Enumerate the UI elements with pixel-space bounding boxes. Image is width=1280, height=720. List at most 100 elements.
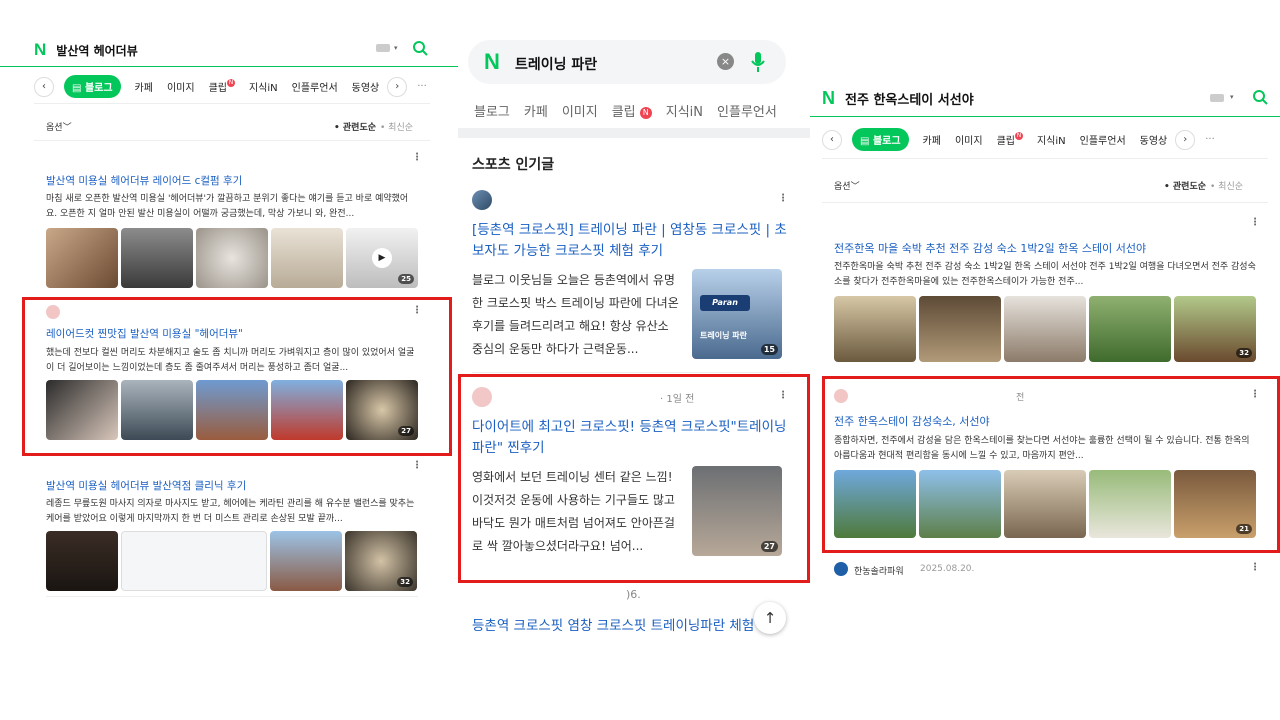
- search-icon[interactable]: [412, 40, 428, 56]
- thumbnail[interactable]: [121, 228, 193, 288]
- video-thumbnail[interactable]: ▶ 25: [346, 228, 418, 288]
- result-item[interactable]: 전주 한옥스테이 감성숙소, 서선야 종합하자면, 전주에서 감성을 담은 한옥…: [834, 413, 1258, 538]
- thumbnail-strip[interactable]: 32: [834, 296, 1258, 362]
- thumbnail[interactable]: 21: [1174, 470, 1256, 538]
- more-options-icon[interactable]: ⋮: [778, 193, 788, 204]
- tab-influencer[interactable]: 인플루언서: [717, 101, 777, 120]
- tab-video[interactable]: 동영상: [352, 79, 380, 94]
- more-options-icon[interactable]: ⋮: [412, 460, 422, 471]
- result-title[interactable]: 전주 한옥스테이 감성숙소, 서선야: [834, 413, 1258, 429]
- tab-blog[interactable]: 블로그: [474, 101, 510, 120]
- tab-image[interactable]: 이미지: [167, 79, 195, 94]
- thumbnail-strip[interactable]: ▶ 25: [46, 228, 418, 288]
- tab-influencer[interactable]: 인플루언서: [292, 79, 338, 94]
- thumbnail[interactable]: [1089, 470, 1171, 538]
- result-title[interactable]: 발산역 미용실 헤어더뷰 레이어드 c컬펌 후기: [46, 173, 418, 188]
- keyboard-icon[interactable]: [1210, 94, 1224, 102]
- post-title[interactable]: [등촌역 크로스핏] 트레이닝 파란 | 염창동 크로스핏 | 초보자도 가능한…: [472, 220, 790, 262]
- sort-relevance[interactable]: • 관련도순: [1164, 179, 1206, 192]
- search-query[interactable]: 트레이닝 파란: [515, 54, 597, 74]
- thumbnail[interactable]: [121, 531, 267, 591]
- tab-cafe[interactable]: 카페: [923, 132, 941, 147]
- author-name[interactable]: 한농솔라파워: [854, 564, 904, 577]
- thumbnail[interactable]: [196, 228, 268, 288]
- tab-cafe[interactable]: 카페: [135, 79, 153, 94]
- more-options-icon[interactable]: ⋮: [412, 305, 422, 316]
- thumbnail[interactable]: [1004, 296, 1086, 362]
- keyboard-icon[interactable]: [376, 44, 390, 52]
- thumbnail-strip[interactable]: 21: [834, 470, 1258, 538]
- tab-prev-button[interactable]: ‹: [822, 129, 842, 150]
- tab-kin[interactable]: 지식iN: [1037, 132, 1066, 147]
- thumbnail[interactable]: [46, 228, 118, 288]
- thumbnail[interactable]: 32: [345, 531, 417, 591]
- result-title[interactable]: 레이어드컷 찐맛집 발산역 미용실 "헤어더뷰": [46, 326, 418, 341]
- tab-image[interactable]: 이미지: [955, 132, 983, 147]
- tab-clip[interactable]: 클립 N: [612, 101, 652, 120]
- tab-blog[interactable]: ▤ 블로그: [64, 75, 121, 98]
- tab-prev-button[interactable]: ‹: [34, 76, 54, 97]
- thumbnail[interactable]: [196, 380, 268, 440]
- chevron-down-icon[interactable]: ▾: [1230, 93, 1234, 101]
- search-icon[interactable]: [1252, 89, 1268, 105]
- thumbnail[interactable]: [919, 470, 1001, 538]
- thumbnail[interactable]: [834, 296, 916, 362]
- thumbnail[interactable]: [919, 296, 1001, 362]
- thumbnail[interactable]: 27: [346, 380, 418, 440]
- search-query[interactable]: 전주 한옥스테이 서선야: [845, 89, 974, 108]
- sort-relevance[interactable]: • 관련도순: [334, 120, 376, 133]
- result-item[interactable]: 발산역 미용실 헤어더뷰 발산역점 클리닉 후기 레종드 무릎도원 마사지 의자…: [46, 478, 418, 591]
- tab-video[interactable]: 동영상: [1140, 132, 1168, 147]
- more-options-icon[interactable]: ⋮: [1250, 562, 1260, 573]
- search-query[interactable]: 발산역 헤어더뷰: [56, 42, 137, 59]
- tab-next-button[interactable]: ›: [387, 76, 408, 97]
- tab-clip[interactable]: 클립N: [997, 132, 1023, 147]
- more-icon[interactable]: ···: [1205, 134, 1215, 145]
- sort-latest[interactable]: • 최신순: [380, 120, 413, 133]
- search-bar[interactable]: N 전주 한옥스테이 서선야: [822, 88, 974, 109]
- thumbnail-strip[interactable]: 32: [46, 531, 418, 591]
- post-title[interactable]: 등촌역 크로스핏 염창 크로스핏 트레이닝파란 체험: [472, 614, 790, 634]
- more-icon[interactable]: ···: [417, 81, 427, 92]
- result-item[interactable]: 전주한옥 마을 숙박 추천 전주 감성 숙소 1박2일 한옥 스테이 서선야 전…: [834, 240, 1258, 362]
- more-options-icon[interactable]: ⋮: [1250, 217, 1260, 228]
- thumbnail[interactable]: 32: [1174, 296, 1256, 362]
- tab-cafe[interactable]: 카페: [524, 101, 548, 120]
- result-desc: 했는데 전보다 컬씬 머리도 차분해지고 술도 좀 치니까 머리도 가벼워지고 …: [46, 348, 415, 373]
- thumbnail[interactable]: 27: [692, 466, 782, 556]
- thumbnail[interactable]: [834, 470, 916, 538]
- search-bar[interactable]: N 발산역 헤어더뷰: [34, 40, 138, 60]
- sort-options-toggle[interactable]: 옵션 ﹀: [834, 179, 860, 192]
- thumbnail[interactable]: [1089, 296, 1171, 362]
- chevron-down-icon[interactable]: ▾: [394, 44, 398, 52]
- thumbnail[interactable]: [271, 228, 343, 288]
- thumbnail[interactable]: [271, 380, 343, 440]
- post-title[interactable]: 다이어트에 최고인 크로스핏! 등촌역 크로스핏"트레이닝파란" 찐후기: [472, 417, 790, 459]
- tab-image[interactable]: 이미지: [562, 101, 598, 120]
- tab-clip[interactable]: 클립N: [209, 79, 235, 94]
- result-item[interactable]: 레이어드컷 찐맛집 발산역 미용실 "헤어더뷰" 했는데 전보다 컬씬 머리도 …: [46, 326, 418, 440]
- scroll-top-button[interactable]: ↑: [754, 602, 786, 634]
- result-title[interactable]: 전주한옥 마을 숙박 추천 전주 감성 숙소 1박2일 한옥 스테이 서선야: [834, 240, 1258, 256]
- thumbnail[interactable]: [121, 380, 193, 440]
- sort-latest[interactable]: • 최신순: [1210, 179, 1243, 192]
- tab-kin[interactable]: 지식iN: [666, 101, 703, 120]
- result-item[interactable]: 발산역 미용실 헤어더뷰 레이어드 c컬펌 후기 마침 새로 오픈한 발산역 미…: [46, 173, 418, 288]
- tab-kin[interactable]: 지식iN: [249, 79, 278, 94]
- microphone-icon[interactable]: [750, 51, 766, 73]
- sort-options-toggle[interactable]: 옵션 ﹀: [46, 120, 72, 133]
- thumbnail[interactable]: [46, 531, 118, 591]
- clear-icon[interactable]: ×: [717, 53, 734, 70]
- more-options-icon[interactable]: ⋮: [412, 152, 422, 163]
- thumbnail-strip[interactable]: 27: [46, 380, 418, 440]
- tab-influencer[interactable]: 인플루언서: [1080, 132, 1126, 147]
- thumbnail[interactable]: [1004, 470, 1086, 538]
- more-options-icon[interactable]: ⋮: [778, 390, 788, 401]
- thumbnail[interactable]: [46, 380, 118, 440]
- tab-next-button[interactable]: ›: [1175, 129, 1196, 150]
- thumbnail[interactable]: Paran 트레이닝 파란 15: [692, 269, 782, 359]
- more-options-icon[interactable]: ⋮: [1250, 389, 1260, 400]
- tab-blog[interactable]: ▤ 블로그: [852, 128, 909, 151]
- thumbnail[interactable]: [270, 531, 342, 591]
- result-title[interactable]: 발산역 미용실 헤어더뷰 발산역점 클리닉 후기: [46, 478, 418, 493]
